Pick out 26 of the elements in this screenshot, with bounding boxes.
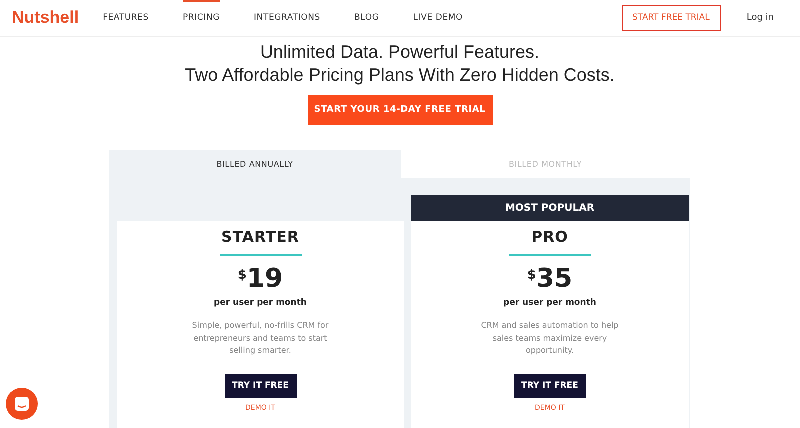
popular-banner: MOST POPULAR [411,195,689,221]
nav-link[interactable]: FEATURES [103,0,149,36]
nav-link[interactable]: PRICING [182,0,220,36]
try-free-button[interactable]: TRY IT FREE [514,374,586,398]
price-period: per user per month [214,298,307,308]
logo[interactable]: Nutshell [12,8,80,28]
plan-name: STARTER [222,228,300,246]
plan-description: Simple, powerful, no-frills CRM for entrepreneurs and teams to start selling smarter. [191,320,330,357]
try-free-button[interactable]: TRY IT FREE [224,374,296,398]
currency-symbol: $ [238,268,247,283]
start-trial-button[interactable]: START FREE TRIAL [622,5,721,31]
nav-link[interactable]: INTEGRATIONS [254,0,320,36]
plan-name: PRO [532,228,568,246]
nav-link[interactable]: BLOG [354,0,380,36]
price-period: per user per month [504,298,596,308]
chat-icon [14,396,30,412]
nav-link[interactable]: LIVE DEMO [413,0,464,36]
login-link[interactable]: Log in [746,13,774,23]
plan-description: CRM and sales automation to help sales teams maximize every opportunity. [480,320,620,357]
plan-price: 35 [536,265,573,293]
chat-button[interactable] [6,388,38,420]
headline: Unlimited Data. Powerful Features. [260,41,540,64]
currency-symbol: $ [527,268,536,283]
headline: Two Affordable Pricing Plans With Zero Hidden Costs. [185,64,615,87]
billing-tab[interactable]: BILLED ANNUALLY [109,150,401,178]
plan-price: 19 [246,265,284,293]
